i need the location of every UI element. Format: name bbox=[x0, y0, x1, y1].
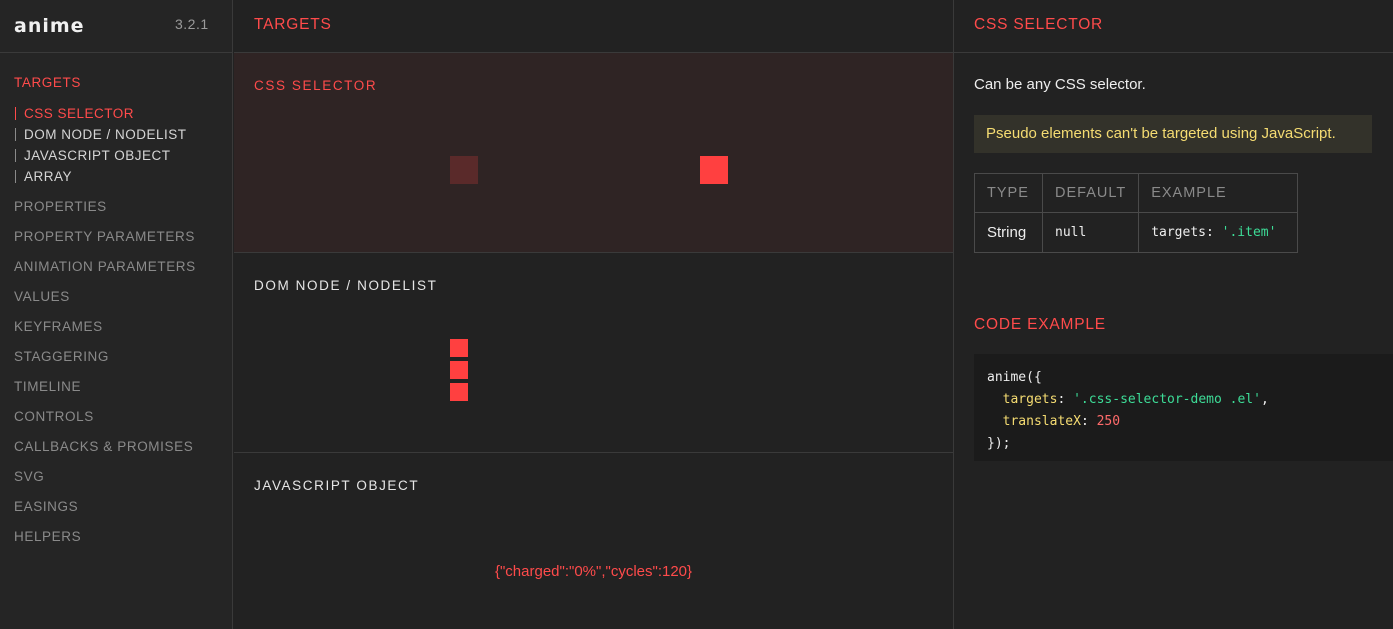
code-block[interactable]: anime({ targets: '.css-selector-demo .el… bbox=[974, 354, 1393, 461]
nav-section-helpers[interactable]: HELPERS bbox=[14, 529, 196, 559]
nav-section-values[interactable]: VALUES bbox=[14, 289, 196, 319]
doc-panel-title: CSS SELECTOR bbox=[974, 16, 1104, 33]
table-header-example: EXAMPLE bbox=[1138, 173, 1299, 213]
nav-section-property-parameters[interactable]: PROPERTY PARAMETERS bbox=[14, 229, 196, 259]
sidebar-header: anime 3.2.1 bbox=[0, 0, 232, 53]
code-prop-translatex: translateX bbox=[1002, 414, 1081, 429]
anime-logo[interactable]: anime bbox=[14, 15, 85, 37]
nav-section-properties[interactable]: PROPERTIES bbox=[14, 199, 196, 229]
nav-section-animation-parameters[interactable]: ANIMATION PARAMETERS bbox=[14, 259, 196, 289]
version-label: 3.2.1 bbox=[175, 16, 209, 32]
object-output: {"charged":"0%","cycles":120} bbox=[494, 563, 693, 580]
doc-panel-header: CSS SELECTOR bbox=[954, 0, 1393, 53]
demo-css-selector[interactable]: CSS SELECTOR bbox=[234, 53, 953, 253]
doc-description: Can be any CSS selector. bbox=[974, 76, 1146, 93]
sidebar-nav: TARGETS CSS SELECTOR DOM NODE / NODELIST… bbox=[14, 75, 196, 559]
example-key: targets: bbox=[1151, 225, 1214, 240]
code-example-title: CODE EXAMPLE bbox=[974, 316, 1106, 333]
demo-column-title: TARGETS bbox=[254, 16, 332, 33]
doc-note: Pseudo elements can't be targeted using … bbox=[974, 115, 1372, 153]
code-value-targets: '.css-selector-demo .el' bbox=[1073, 392, 1261, 407]
nav-section-callbacks-promises[interactable]: CALLBACKS & PROMISES bbox=[14, 439, 196, 469]
nav-section-targets[interactable]: TARGETS bbox=[14, 75, 196, 106]
code-prop-targets: targets bbox=[1002, 392, 1058, 407]
code-value-translatex: 250 bbox=[1096, 414, 1121, 429]
nav-section-easings[interactable]: EASINGS bbox=[14, 499, 196, 529]
code-line-4: }); bbox=[987, 436, 1011, 451]
nav-section-svg[interactable]: SVG bbox=[14, 469, 196, 499]
table-cell-example: targets: '.item' bbox=[1138, 212, 1299, 253]
nav-section-timeline[interactable]: TIMELINE bbox=[14, 379, 196, 409]
demo-title: CSS SELECTOR bbox=[254, 78, 378, 93]
nav-subitem-array[interactable]: ARRAY bbox=[14, 169, 196, 190]
demo-dom-node[interactable]: DOM NODE / NODELIST bbox=[234, 253, 953, 453]
table-header-default: DEFAULT bbox=[1041, 173, 1140, 213]
nav-subitem-dom-node[interactable]: DOM NODE / NODELIST bbox=[14, 127, 196, 148]
demo-column-header: TARGETS bbox=[234, 0, 953, 53]
table-row: String null targets: '.item' bbox=[974, 212, 1299, 253]
code-line-1: anime({ bbox=[987, 370, 1042, 385]
table-header-type: TYPE bbox=[974, 173, 1043, 213]
table-header-row: TYPE DEFAULT EXAMPLE bbox=[974, 173, 1299, 213]
sidebar: anime 3.2.1 TARGETS CSS SELECTOR DOM NOD… bbox=[0, 0, 233, 629]
demo-title: DOM NODE / NODELIST bbox=[254, 278, 438, 293]
nav-section-staggering[interactable]: STAGGERING bbox=[14, 349, 196, 379]
demo-element bbox=[700, 156, 728, 184]
nav-subitems: CSS SELECTOR DOM NODE / NODELIST JAVASCR… bbox=[14, 106, 196, 190]
table-cell-default: null bbox=[1041, 212, 1140, 253]
nav-subitem-css-selector[interactable]: CSS SELECTOR bbox=[14, 106, 196, 127]
doc-panel: CSS SELECTOR Can be any CSS selector. Ps… bbox=[954, 0, 1393, 629]
nav-section-keyframes[interactable]: KEYFRAMES bbox=[14, 319, 196, 349]
nav-section-controls[interactable]: CONTROLS bbox=[14, 409, 196, 439]
properties-table: TYPE DEFAULT EXAMPLE String null targets… bbox=[974, 173, 1299, 253]
table-cell-type: String bbox=[974, 212, 1043, 253]
demo-element bbox=[450, 339, 468, 357]
demo-element-start bbox=[450, 156, 478, 184]
demo-javascript-object[interactable]: JAVASCRIPT OBJECT {"charged":"0%","cycle… bbox=[234, 453, 953, 629]
nav-subitem-javascript-object[interactable]: JAVASCRIPT OBJECT bbox=[14, 148, 196, 169]
demo-title: JAVASCRIPT OBJECT bbox=[254, 478, 420, 493]
demo-column: TARGETS CSS SELECTOR DOM NODE / NODELIST… bbox=[234, 0, 953, 629]
demo-element bbox=[450, 361, 468, 379]
example-value: '.item' bbox=[1221, 225, 1277, 240]
demo-element bbox=[450, 383, 468, 401]
